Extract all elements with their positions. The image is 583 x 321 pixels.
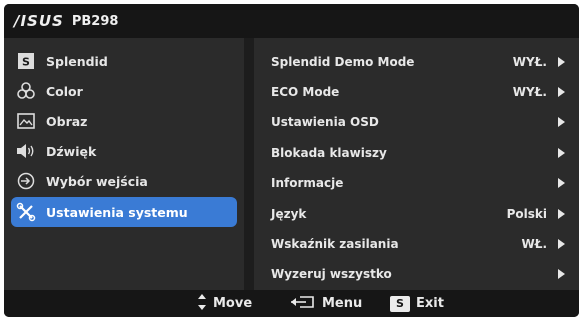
model-name: PB298 xyxy=(71,13,119,29)
menu-label: Obraz xyxy=(46,113,88,129)
brand-logo: /ISUS PB298 xyxy=(14,12,118,30)
image-icon xyxy=(14,110,38,132)
osd-window: /ISUS PB298 S Splendid Color Obraz Dźwię… xyxy=(4,4,579,317)
arrow-right-icon xyxy=(558,57,565,67)
menu-item-wybor-wejscia[interactable]: Wybór wejścia xyxy=(4,166,244,196)
submenu-value: WYŁ. xyxy=(512,55,547,69)
menu-label: Color xyxy=(46,83,83,99)
submenu-value: Polski xyxy=(506,207,547,221)
speaker-icon xyxy=(14,140,38,162)
submenu-label: Wyzeruj wszystko xyxy=(271,267,392,281)
menu-label: Splendid xyxy=(46,53,108,69)
menu-item-obraz[interactable]: Obraz xyxy=(4,106,244,136)
menu-item-splendid[interactable]: S Splendid xyxy=(4,46,244,76)
submenu-label: Ustawienia OSD xyxy=(271,115,379,129)
submenu-item-blokada-klawiszy[interactable]: Blokada klawiszy xyxy=(254,137,579,169)
footer-menu[interactable]: Menu xyxy=(290,290,362,317)
menu-item-ustawienia-systemu[interactable]: Ustawienia systemu xyxy=(11,197,237,227)
submenu-label: Język xyxy=(271,207,307,221)
submenu-label: Wskaźnik zasilania xyxy=(271,237,399,251)
s-key-icon: S xyxy=(390,295,410,312)
arrow-right-icon xyxy=(558,209,565,219)
color-circles-icon xyxy=(14,80,38,102)
osd-footer: Move Menu S Exit xyxy=(4,290,579,317)
brand-name: /ISUS xyxy=(14,12,64,30)
menu-item-dzwiek[interactable]: Dźwięk xyxy=(4,136,244,166)
submenu: Splendid Demo Mode WYŁ. ECO Mode WYŁ. Us… xyxy=(254,38,579,290)
enter-key-icon xyxy=(290,293,316,315)
submenu-item-wyzeruj-wszystko[interactable]: Wyzeruj wszystko xyxy=(254,258,579,290)
arrow-right-icon xyxy=(558,269,565,279)
osd-header: /ISUS PB298 xyxy=(4,4,579,38)
up-down-arrows-icon xyxy=(197,293,207,315)
footer-menu-label: Menu xyxy=(322,296,363,311)
menu-divider xyxy=(244,38,254,290)
submenu-item-informacje[interactable]: Informacje xyxy=(254,167,579,199)
submenu-item-jezyk[interactable]: Język Polski xyxy=(254,198,579,230)
submenu-item-ustawienia-osd[interactable]: Ustawienia OSD xyxy=(254,106,579,138)
submenu-value: WŁ. xyxy=(521,237,548,251)
arrow-right-icon xyxy=(558,87,565,97)
footer-exit-label: Exit xyxy=(416,296,444,311)
menu-label: Wybór wejścia xyxy=(46,173,148,189)
input-arrow-icon xyxy=(14,170,38,192)
arrow-right-icon xyxy=(558,239,565,249)
submenu-label: Splendid Demo Mode xyxy=(271,55,415,69)
submenu-item-wskaznik-zasilania[interactable]: Wskaźnik zasilania WŁ. xyxy=(254,228,579,260)
submenu-item-eco-mode[interactable]: ECO Mode WYŁ. xyxy=(254,76,579,108)
tools-icon xyxy=(14,201,38,223)
splendid-s-icon: S xyxy=(14,50,38,72)
submenu-label: Blokada klawiszy xyxy=(271,146,387,160)
arrow-right-icon xyxy=(558,148,565,158)
footer-move-label: Move xyxy=(213,296,253,311)
submenu-value: WYŁ. xyxy=(512,85,547,99)
menu-label: Dźwięk xyxy=(46,143,97,159)
footer-move[interactable]: Move xyxy=(197,290,252,317)
menu-item-color[interactable]: Color xyxy=(4,76,244,106)
submenu-item-splendid-demo-mode[interactable]: Splendid Demo Mode WYŁ. xyxy=(254,46,579,78)
main-menu: S Splendid Color Obraz Dźwięk Wybór wejś… xyxy=(4,38,244,290)
submenu-label: ECO Mode xyxy=(271,85,340,99)
submenu-label: Informacje xyxy=(271,176,344,190)
svg-text:S: S xyxy=(22,56,30,69)
menu-label: Ustawienia systemu xyxy=(46,204,188,220)
arrow-right-icon xyxy=(558,117,565,127)
footer-exit[interactable]: S Exit xyxy=(390,290,444,317)
arrow-right-icon xyxy=(558,178,565,188)
osd-body: S Splendid Color Obraz Dźwięk Wybór wejś… xyxy=(4,38,579,290)
